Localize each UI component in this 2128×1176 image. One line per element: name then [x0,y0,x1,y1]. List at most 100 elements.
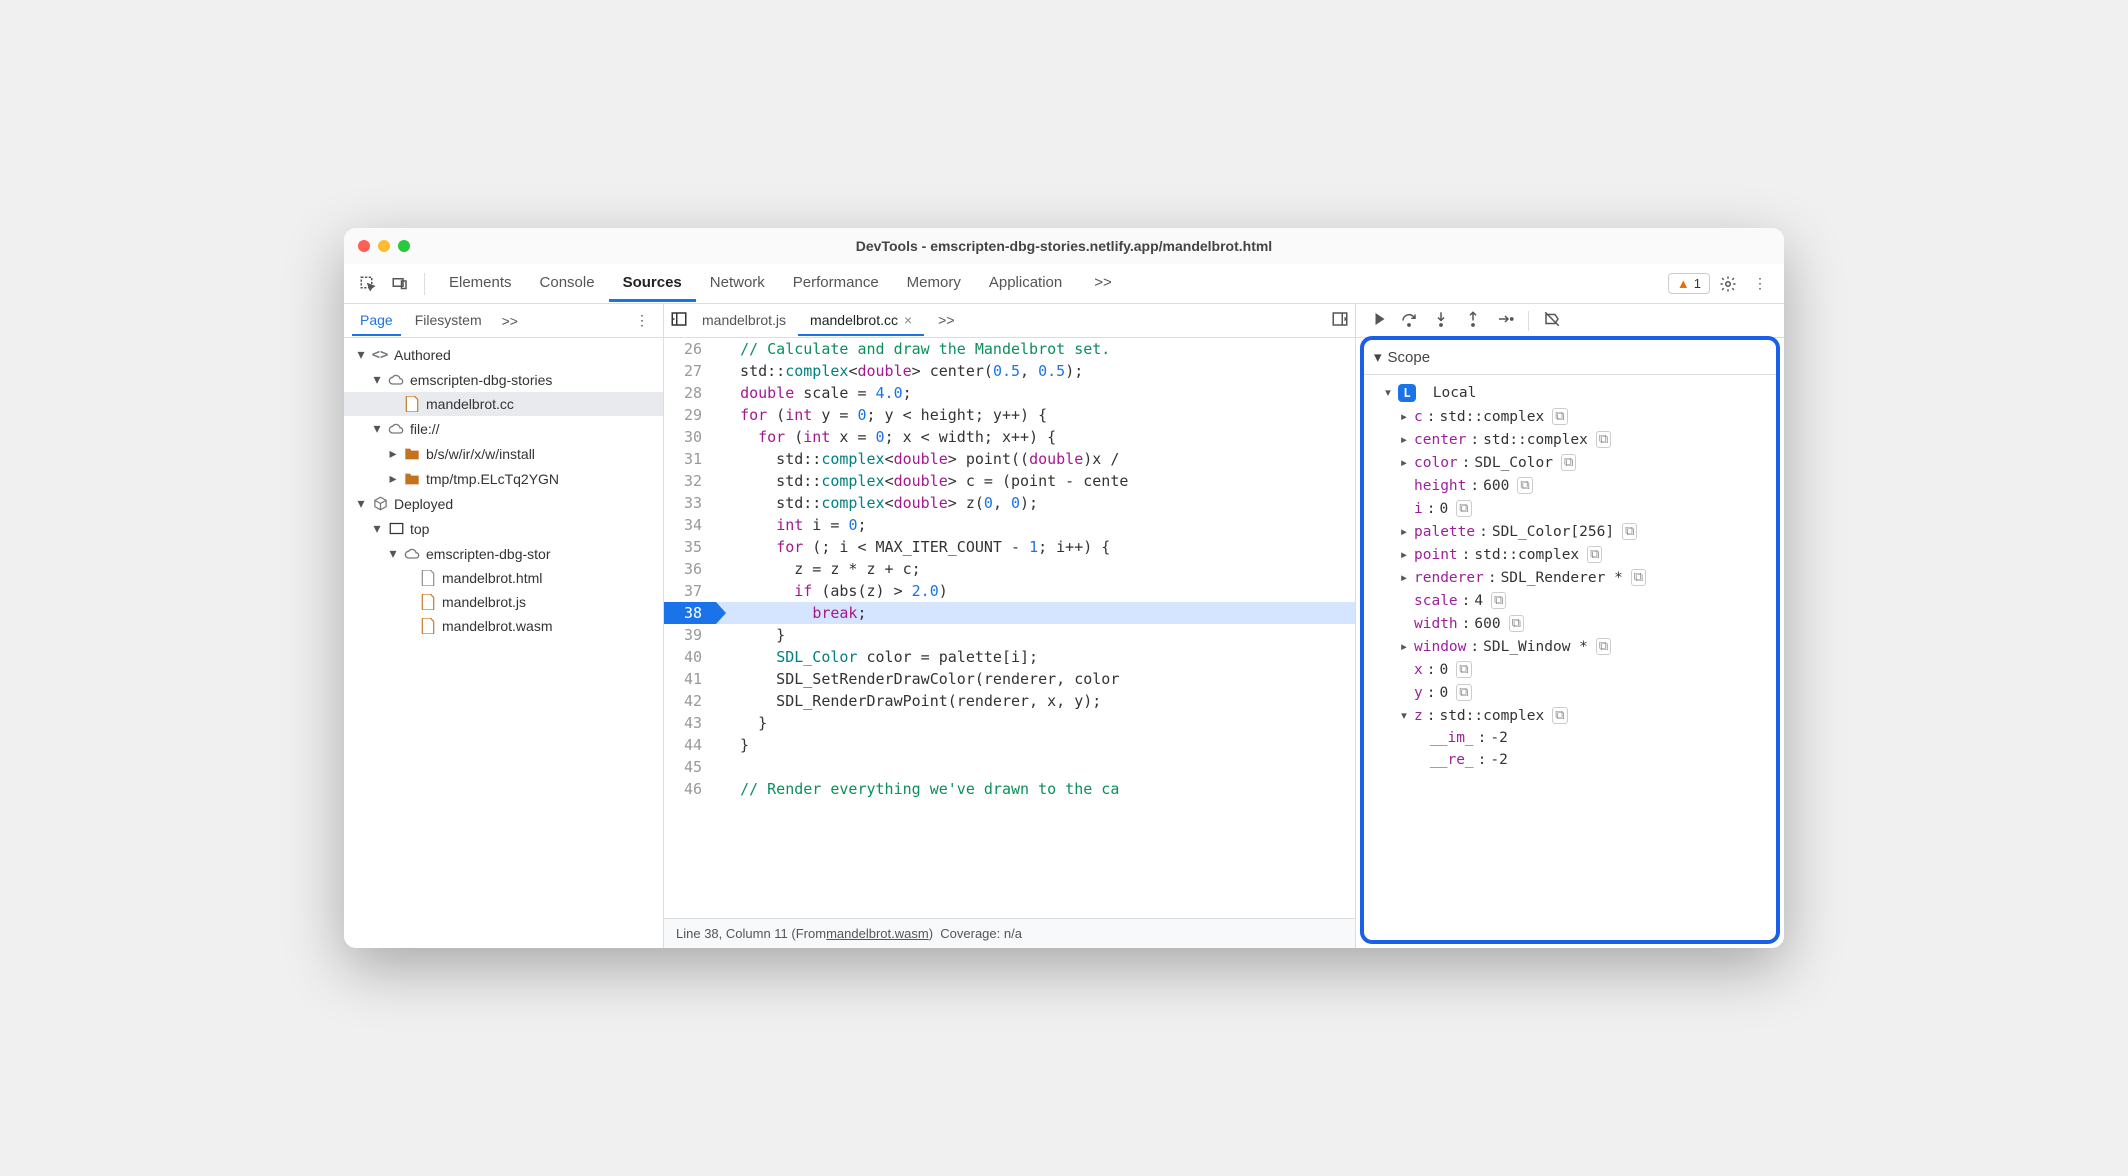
code-line[interactable]: 27 std::complex<double> center(0.5, 0.5)… [664,360,1355,382]
code-line[interactable]: 36 z = z * z + c; [664,558,1355,580]
memory-icon[interactable]: ⧉ [1587,546,1602,563]
gear-icon[interactable] [1714,270,1742,298]
line-number[interactable]: 40 [664,646,716,668]
panel-tab-memory[interactable]: Memory [893,266,975,302]
code-line[interactable]: 28 double scale = 4.0; [664,382,1355,404]
code-line[interactable]: 44 } [664,734,1355,756]
memory-icon[interactable]: ⧉ [1456,500,1471,517]
maximize-icon[interactable] [398,240,410,252]
scope-variable[interactable]: ▸point: std::complex⧉ [1368,543,1772,566]
step-into-icon[interactable] [1432,310,1450,331]
memory-icon[interactable]: ⧉ [1596,638,1611,655]
code-editor[interactable]: 26 // Calculate and draw the Mandelbrot … [664,338,1355,918]
memory-icon[interactable]: ⧉ [1552,408,1567,425]
memory-icon[interactable]: ⧉ [1622,523,1637,540]
code-line[interactable]: 31 std::complex<double> point((double)x … [664,448,1355,470]
code-line[interactable]: 40 SDL_Color color = palette[i]; [664,646,1355,668]
close-icon[interactable]: × [904,312,912,328]
file-tab[interactable]: mandelbrot.cc× [798,306,924,336]
scope-variable[interactable]: scale: 4⧉ [1368,589,1772,612]
code-line[interactable]: 30 for (int x = 0; x < width; x++) { [664,426,1355,448]
tree-authored[interactable]: ▾<>Authored [344,342,663,367]
device-icon[interactable] [386,270,414,298]
line-number[interactable]: 31 [664,448,716,470]
line-number[interactable]: 29 [664,404,716,426]
code-line[interactable]: 38 break; [664,602,1355,624]
code-line[interactable]: 42 SDL_RenderDrawPoint(renderer, x, y); [664,690,1355,712]
tree-file-cc[interactable]: mandelbrot.cc [344,392,663,416]
line-number[interactable]: 28 [664,382,716,404]
issues-badge[interactable]: ▲ 1 [1668,273,1710,294]
line-number[interactable]: 38 [664,602,716,624]
navigator-overflow[interactable]: >> [496,309,524,333]
panel-tab-performance[interactable]: Performance [779,266,893,302]
scope-variable[interactable]: ▾z: std::complex⧉ [1368,704,1772,727]
line-number[interactable]: 34 [664,514,716,536]
tab-page[interactable]: Page [352,306,401,336]
scope-header[interactable]: ▾Scope [1364,340,1776,375]
tree-deployed[interactable]: ▾Deployed [344,491,663,516]
step-over-icon[interactable] [1400,310,1418,331]
deactivate-breakpoints-icon[interactable] [1543,310,1561,331]
kebab-icon[interactable]: ⋮ [1746,270,1774,298]
code-line[interactable]: 34 int i = 0; [664,514,1355,536]
panel-tab-application[interactable]: Application [975,266,1076,302]
scope-variable[interactable]: width: 600⧉ [1368,612,1772,635]
step-out-icon[interactable] [1464,310,1482,331]
line-number[interactable]: 33 [664,492,716,514]
scope-variable[interactable]: ▸color: SDL_Color⧉ [1368,451,1772,474]
code-line[interactable]: 32 std::complex<double> c = (point - cen… [664,470,1355,492]
navigator-toggle-icon[interactable] [670,310,688,331]
code-line[interactable]: 43 } [664,712,1355,734]
scope-variable[interactable]: ▸c: std::complex⧉ [1368,405,1772,428]
step-icon[interactable] [1496,310,1514,331]
debugger-toggle-icon[interactable] [1331,310,1349,331]
memory-icon[interactable]: ⧉ [1491,592,1506,609]
line-number[interactable]: 37 [664,580,716,602]
navigator-menu-icon[interactable]: ⋮ [629,308,655,333]
scope-variable[interactable]: i: 0⧉ [1368,497,1772,520]
memory-icon[interactable]: ⧉ [1561,454,1576,471]
code-line[interactable]: 37 if (abs(z) > 2.0) [664,580,1355,602]
tree-host[interactable]: ▾emscripten-dbg-stor [344,541,663,566]
scope-variable-child[interactable]: __im_: -2 [1368,727,1772,749]
close-icon[interactable] [358,240,370,252]
line-number[interactable]: 42 [664,690,716,712]
code-line[interactable]: 41 SDL_SetRenderDrawColor(renderer, colo… [664,668,1355,690]
panel-tab-console[interactable]: Console [526,266,609,302]
tree-top[interactable]: ▾top [344,516,663,541]
panel-tab-network[interactable]: Network [696,266,779,302]
file-tab-overflow[interactable]: >> [926,306,966,336]
scope-local[interactable]: ▾L Local [1368,381,1772,405]
panel-tab-sources[interactable]: Sources [609,266,696,302]
code-line[interactable]: 46 // Render everything we've drawn to t… [664,778,1355,800]
scope-variable[interactable]: height: 600⧉ [1368,474,1772,497]
scope-variable[interactable]: ▸palette: SDL_Color[256]⧉ [1368,520,1772,543]
line-number[interactable]: 26 [664,338,716,360]
line-number[interactable]: 32 [664,470,716,492]
tree-file-html[interactable]: mandelbrot.html [344,566,663,590]
memory-icon[interactable]: ⧉ [1552,707,1567,724]
line-number[interactable]: 45 [664,756,716,778]
memory-icon[interactable]: ⧉ [1517,477,1532,494]
code-line[interactable]: 35 for (; i < MAX_ITER_COUNT - 1; i++) { [664,536,1355,558]
inspect-icon[interactable] [354,270,382,298]
scope-variable[interactable]: y: 0⧉ [1368,681,1772,704]
tree-host[interactable]: ▾emscripten-dbg-stories [344,367,663,392]
memory-icon[interactable]: ⧉ [1631,569,1646,586]
panel-overflow[interactable]: >> [1080,266,1126,302]
scope-variable[interactable]: ▸window: SDL_Window *⧉ [1368,635,1772,658]
line-number[interactable]: 36 [664,558,716,580]
line-number[interactable]: 43 [664,712,716,734]
code-line[interactable]: 45 [664,756,1355,778]
scope-variable[interactable]: ▸renderer: SDL_Renderer *⧉ [1368,566,1772,589]
tree-file-scheme[interactable]: ▾file:// [344,416,663,441]
code-line[interactable]: 29 for (int y = 0; y < height; y++) { [664,404,1355,426]
source-map-link[interactable]: mandelbrot.wasm [826,926,929,941]
tree-file-wasm[interactable]: mandelbrot.wasm [344,614,663,638]
memory-icon[interactable]: ⧉ [1456,684,1471,701]
minimize-icon[interactable] [378,240,390,252]
scope-variable-child[interactable]: __re_: -2 [1368,749,1772,771]
line-number[interactable]: 39 [664,624,716,646]
memory-icon[interactable]: ⧉ [1596,431,1611,448]
